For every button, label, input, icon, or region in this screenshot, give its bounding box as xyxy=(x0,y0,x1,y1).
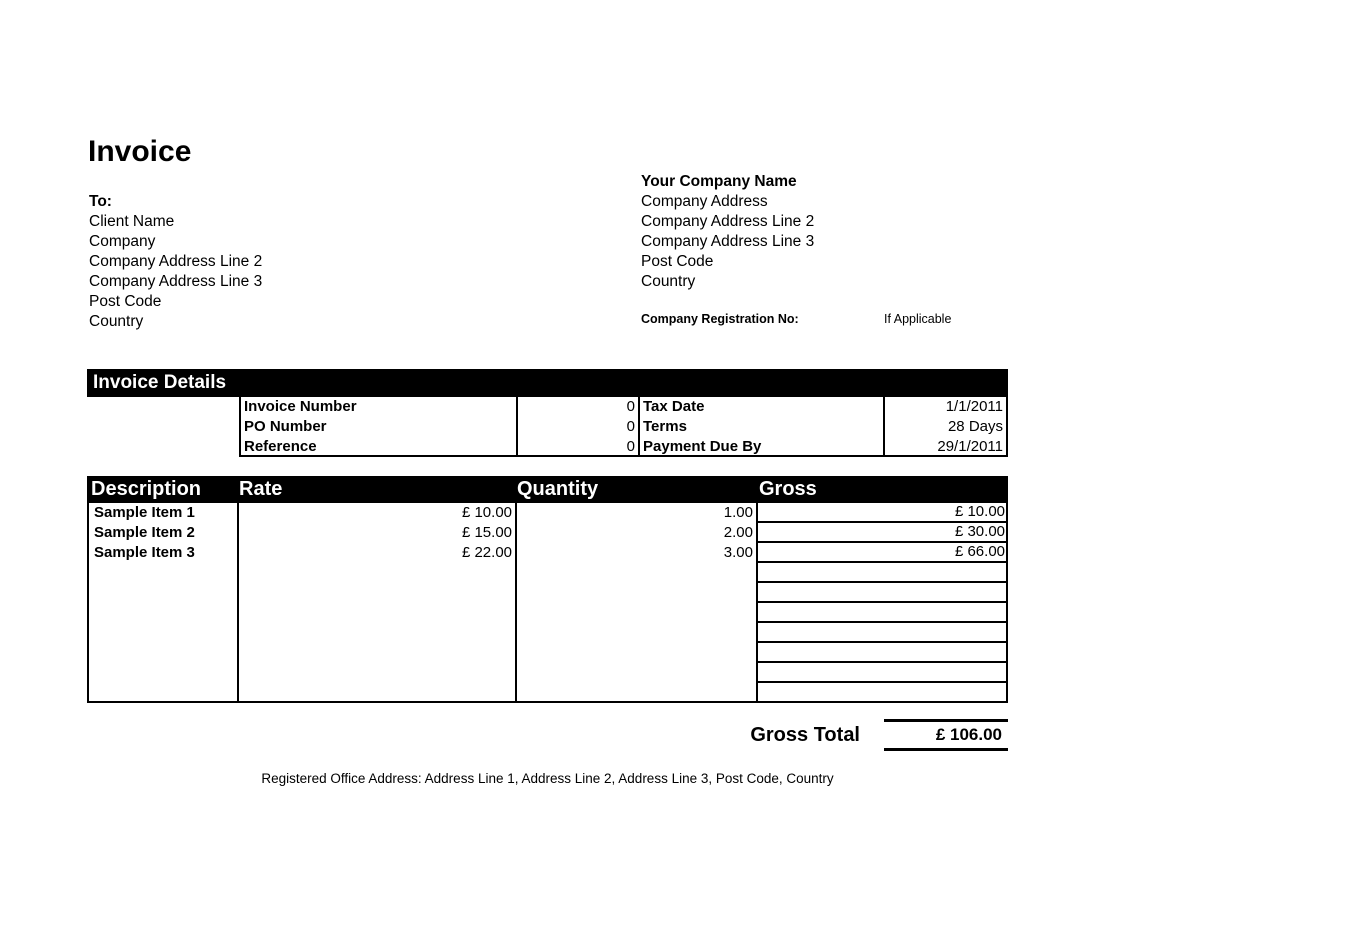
list-item xyxy=(517,563,756,583)
list-item xyxy=(91,663,237,683)
list-item xyxy=(239,683,515,703)
list-item: £ 15.00 xyxy=(239,523,515,543)
invoice-details-banner: Invoice Details xyxy=(87,369,1008,397)
bill-to-line-2: Company xyxy=(89,232,262,252)
list-item xyxy=(517,603,756,623)
terms-label: Terms xyxy=(639,417,884,437)
list-item: £ 22.00 xyxy=(239,543,515,563)
company-block: Your Company Name Company Address Compan… xyxy=(641,172,814,292)
reference-label: Reference xyxy=(241,437,517,457)
terms-value: 28 Days xyxy=(884,417,1006,437)
company-registration-label: Company Registration No: xyxy=(641,312,799,326)
company-line-2: Company Address Line 2 xyxy=(641,212,814,232)
line-items-table: Sample Item 1 Sample Item 2 Sample Item … xyxy=(87,503,1008,703)
list-item xyxy=(517,683,756,703)
list-item xyxy=(758,683,1008,703)
list-item xyxy=(91,583,237,603)
gross-total-value: £ 106.00 xyxy=(884,719,1008,751)
list-item: Sample Item 1 xyxy=(91,503,237,523)
gross-column: £ 10.00 £ 30.00 £ 66.00 xyxy=(758,503,1008,703)
list-item xyxy=(91,563,237,583)
list-item xyxy=(517,663,756,683)
bill-to-line-4: Company Address Line 3 xyxy=(89,272,262,292)
invoice-number-label: Invoice Number xyxy=(241,397,517,417)
reference-value: 0 xyxy=(517,437,639,457)
invoice-page: Invoice To: Client Name Company Company … xyxy=(0,0,1346,951)
company-registration-value: If Applicable xyxy=(884,312,951,326)
list-item: 2.00 xyxy=(517,523,756,543)
payment-due-by-value: 29/1/2011 xyxy=(884,437,1006,457)
rate-column: £ 10.00 £ 15.00 £ 22.00 xyxy=(239,503,515,703)
company-line-4: Post Code xyxy=(641,252,814,272)
column-header-quantity: Quantity xyxy=(517,476,598,503)
list-item: £ 66.00 xyxy=(758,543,1008,563)
gross-total-label: Gross Total xyxy=(645,724,860,747)
list-item xyxy=(239,603,515,623)
list-item xyxy=(239,643,515,663)
column-header-description: Description xyxy=(91,476,201,503)
list-item xyxy=(91,683,237,703)
bill-to-line-5: Post Code xyxy=(89,292,262,312)
bill-to-block: To: Client Name Company Company Address … xyxy=(89,192,262,332)
bill-to-line-6: Country xyxy=(89,312,262,332)
list-item xyxy=(517,583,756,603)
table-row: PO Number 0 Terms 28 Days xyxy=(241,417,1006,437)
list-item xyxy=(517,623,756,643)
column-header-rate: Rate xyxy=(239,476,282,503)
invoice-details-banner-label: Invoice Details xyxy=(93,369,226,397)
list-item xyxy=(91,623,237,643)
list-item xyxy=(758,603,1008,623)
list-item: Sample Item 3 xyxy=(91,543,237,563)
line-items-header: Description Rate Quantity Gross xyxy=(87,476,1008,503)
list-item: £ 10.00 xyxy=(239,503,515,523)
list-item: Sample Item 2 xyxy=(91,523,237,543)
list-item xyxy=(239,663,515,683)
list-item xyxy=(758,623,1008,643)
list-item xyxy=(91,643,237,663)
company-name: Your Company Name xyxy=(641,172,814,192)
list-item xyxy=(758,643,1008,663)
description-column: Sample Item 1 Sample Item 2 Sample Item … xyxy=(91,503,237,703)
bill-to-heading: To: xyxy=(89,192,262,212)
page-title: Invoice xyxy=(88,134,191,170)
po-number-label: PO Number xyxy=(241,417,517,437)
bill-to-line-1: Client Name xyxy=(89,212,262,232)
company-line-1: Company Address xyxy=(641,192,814,212)
list-item: £ 10.00 xyxy=(758,503,1008,523)
list-item: 3.00 xyxy=(517,543,756,563)
list-item: £ 30.00 xyxy=(758,523,1008,543)
column-header-gross: Gross xyxy=(759,476,817,503)
list-item xyxy=(239,623,515,643)
table-row: Reference 0 Payment Due By 29/1/2011 xyxy=(241,437,1006,457)
po-number-value: 0 xyxy=(517,417,639,437)
list-item xyxy=(91,603,237,623)
quantity-column: 1.00 2.00 3.00 xyxy=(517,503,756,703)
registered-office-footer: Registered Office Address: Address Line … xyxy=(87,771,1008,786)
list-item: 1.00 xyxy=(517,503,756,523)
tax-date-label: Tax Date xyxy=(639,397,884,417)
company-line-3: Company Address Line 3 xyxy=(641,232,814,252)
company-line-5: Country xyxy=(641,272,814,292)
payment-due-by-label: Payment Due By xyxy=(639,437,884,457)
list-item xyxy=(517,643,756,663)
invoice-details-table: Invoice Number 0 Tax Date 1/1/2011 PO Nu… xyxy=(239,397,1008,457)
tax-date-value: 1/1/2011 xyxy=(884,397,1006,417)
table-row: Invoice Number 0 Tax Date 1/1/2011 xyxy=(241,397,1006,417)
list-item xyxy=(758,583,1008,603)
list-item xyxy=(239,583,515,603)
bill-to-line-3: Company Address Line 2 xyxy=(89,252,262,272)
list-item xyxy=(239,563,515,583)
list-item xyxy=(758,663,1008,683)
invoice-number-value: 0 xyxy=(517,397,639,417)
list-item xyxy=(758,563,1008,583)
